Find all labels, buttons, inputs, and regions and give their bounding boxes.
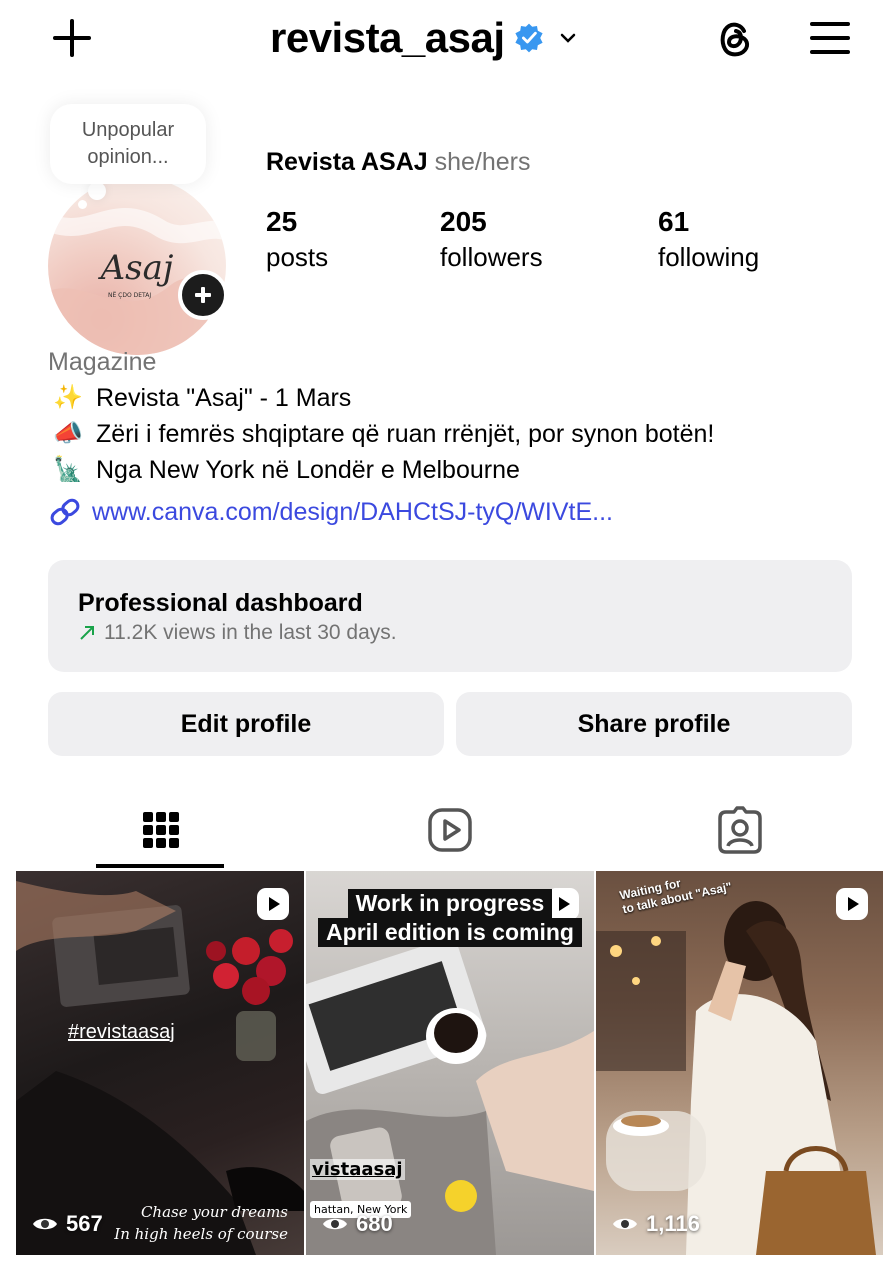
link-icon [50,498,80,526]
post-image [16,881,304,1255]
stat-value: 61 [658,206,690,237]
bio-text: Zëri i femrës shqiptare që ruan rrënjët,… [96,420,715,448]
trend-up-icon [80,626,94,640]
add-story-icon[interactable] [178,270,228,320]
category-label: Magazine [48,348,157,376]
script-line: In high heels of course [114,1225,288,1243]
display-name: Revista ASAJ [266,148,428,176]
post-title-overlay: Work in progress April edition is coming [306,889,594,947]
view-count-value: 1,116 [646,1211,700,1236]
create-post-icon[interactable] [48,14,98,64]
active-tab-indicator [96,864,224,868]
reels-icon [428,808,472,852]
stat-posts[interactable]: 25 posts [266,205,328,275]
note-bubble[interactable]: Unpopular opinion... [50,104,206,184]
username: revista_asaj [270,14,505,61]
tab-tagged[interactable] [675,790,805,870]
dashboard-title: Professional dashboard [78,589,363,617]
display-name-row: Revista ASAJ she/hers [266,148,531,177]
avatar[interactable]: Asaj NË ÇDO DETAJ [48,177,226,355]
threads-icon[interactable] [710,14,760,64]
bio-line: 🗽 Nga New York në Londër e Melbourne [48,452,868,488]
stat-followers[interactable]: 205 followers [440,205,543,275]
eye-icon [613,1218,637,1230]
stat-label: following [658,242,760,272]
stat-value: 25 [266,206,298,237]
eye-icon [33,1218,57,1230]
bio-line: 📣 Zëri i femrës shqiptare që ruan rrënjë… [48,416,868,452]
tab-reels[interactable] [385,790,515,870]
post-thumbnail[interactable]: Waiting for to talk about "Asaj" 1,116 [596,871,883,1255]
post-hashtag: #revistaasaj [68,1021,175,1043]
stat-label: followers [440,242,543,272]
post-thumbnail[interactable]: Work in progress April edition is coming… [306,871,594,1255]
view-count: 1,116 [612,1211,700,1237]
verified-badge-icon [514,23,543,53]
bio: Magazine ✨ Revista "Asaj" - 1 Mars 📣 Zër… [48,344,868,530]
pronouns: she/hers [434,148,531,176]
reel-badge-icon [256,887,290,921]
view-count-value: 567 [66,1211,103,1236]
dashboard-subtitle: 11.2K views in the last 30 days. [104,621,397,644]
chevron-down-icon[interactable] [557,27,579,49]
link-text[interactable]: www.canva.com/design/DAHCtSJ-tyQ/WIVtE..… [92,494,613,530]
svg-text:NË ÇDO DETAJ: NË ÇDO DETAJ [108,292,151,299]
share-profile-button[interactable]: Share profile [456,692,852,756]
dashboard-subtitle-row: 11.2K views in the last 30 days. [78,618,822,648]
top-bar: revista_asaj [0,0,883,78]
stat-label: posts [266,242,329,272]
script-line: Chase your dreams [140,1203,288,1221]
view-count: 680 [322,1211,393,1237]
eye-icon [323,1218,347,1230]
title-line: Work in progress [347,889,553,918]
menu-icon[interactable] [806,18,854,58]
bio-line: ✨ Revista "Asaj" - 1 Mars [48,380,868,416]
stat-following[interactable]: 61 following [658,205,759,275]
tagged-icon [718,806,762,854]
asaj-logo: Asaj [98,248,174,288]
grid-icon [143,812,179,848]
post-thumbnail[interactable]: #revistaasaj Chase your dreams In high h… [16,871,304,1255]
view-count-value: 680 [356,1211,393,1236]
statue-of-liberty-icon: 🗽 [53,456,83,483]
stat-value: 205 [440,206,487,237]
professional-dashboard[interactable]: Professional dashboard 11.2K views in th… [48,560,852,672]
edit-profile-button[interactable]: Edit profile [48,692,444,756]
post-script-text: Chase your dreams In high heels of cours… [114,1201,288,1245]
account-switcher[interactable]: revista_asaj [270,10,579,66]
bio-link[interactable]: www.canva.com/design/DAHCtSJ-tyQ/WIVtE..… [48,494,868,530]
post-image [596,901,876,1255]
bio-text: Nga New York në Londër e Melbourne [96,456,520,484]
reel-badge-icon [835,887,869,921]
post-tag: vistaasaj [310,1159,405,1180]
tab-grid[interactable] [96,790,226,870]
note-bubble-dot [88,182,106,200]
megaphone-icon: 📣 [53,420,83,447]
title-line: April edition is coming [318,918,582,947]
view-count: 567 [32,1211,103,1237]
avatar-area: Asaj NË ÇDO DETAJ Unpopular opinion... [30,92,230,355]
note-bubble-dot [78,200,87,209]
bio-text: Revista "Asaj" - 1 Mars [96,384,352,412]
sparkles-icon: ✨ [53,384,83,411]
